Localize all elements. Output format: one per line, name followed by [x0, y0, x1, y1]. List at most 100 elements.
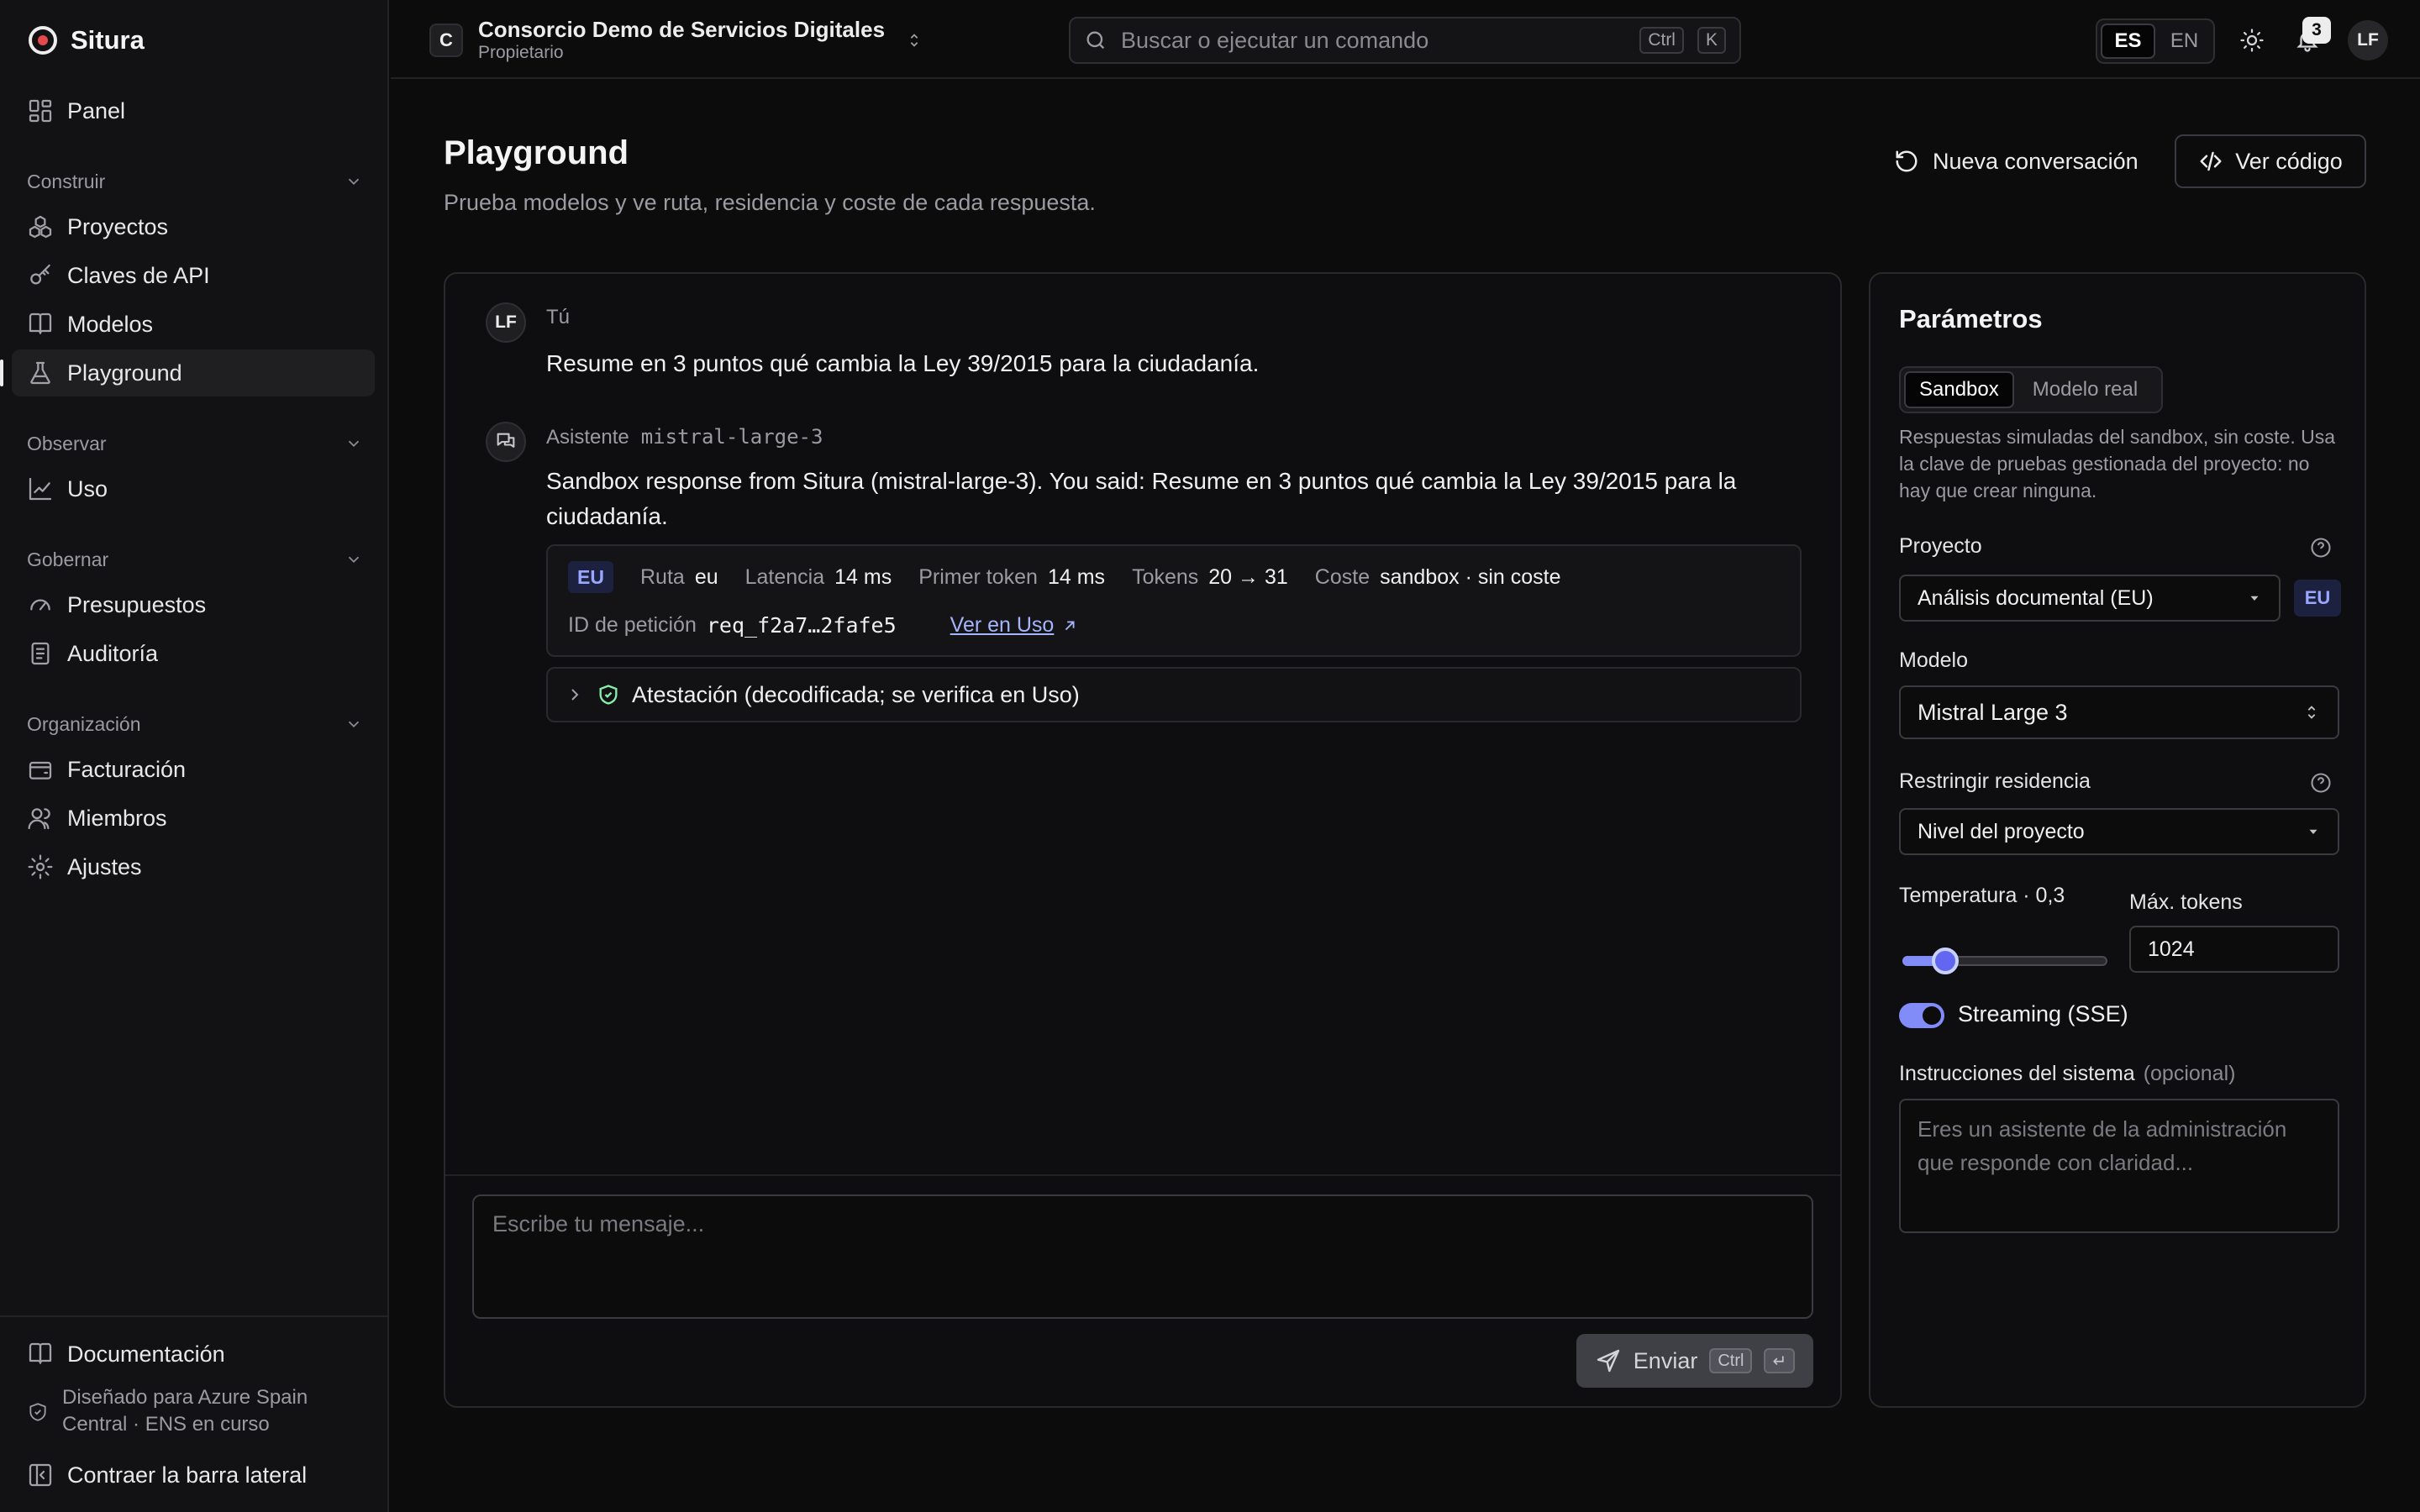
project-region-badge: EU: [2294, 580, 2341, 617]
lang-en[interactable]: EN: [2159, 24, 2210, 59]
sidebar-item-modelos[interactable]: Modelos: [12, 301, 375, 348]
sidebar-item-claves-api[interactable]: Claves de API: [12, 252, 375, 299]
section-label: Observar: [27, 432, 107, 454]
page-subtitle: Prueba modelos y ve ruta, residencia y c…: [444, 190, 1096, 215]
situra-logo-icon: [29, 26, 57, 55]
chat-bubbles-icon: [497, 433, 515, 448]
book-icon: [29, 312, 52, 334]
sidebar-item-auditoria[interactable]: Auditoría: [12, 630, 375, 677]
new-conversation-button[interactable]: Nueva conversación: [1886, 136, 2147, 186]
language-switch: ES EN: [2096, 18, 2215, 64]
view-code-button[interactable]: Ver código: [2175, 134, 2366, 188]
textarea-placeholder: Eres un asistente de la administración q…: [1918, 1116, 2287, 1175]
metadata-row: EU Ruta eu Latencia 14 ms Primer token 14 m…: [568, 561, 1588, 593]
section-label: Gobernar: [27, 548, 109, 570]
project-help[interactable]: [2309, 536, 2333, 559]
notifications-badge: 3: [2302, 17, 2331, 44]
model-select[interactable]: Mistral Large 3: [1899, 685, 2339, 739]
flask-icon: [30, 361, 50, 385]
help-circle-icon: [2311, 773, 2331, 793]
residency-label: Restringir residencia: [1899, 769, 2091, 793]
sidebar-item-ajustes[interactable]: Ajustes: [12, 843, 375, 890]
sidebar-divider: [0, 1315, 389, 1317]
temperature-slider[interactable]: [1899, 946, 2109, 976]
brand[interactable]: Situra: [29, 22, 145, 59]
tokens-label: Tokens: [1132, 564, 1199, 589]
wallet-icon: [29, 761, 52, 780]
parameters-title: Parámetros: [1899, 304, 2043, 333]
command-search[interactable]: Buscar o ejecutar un comando Ctrl K: [1069, 17, 1741, 64]
gear-icon: [28, 854, 53, 879]
sidebar-item-facturacion[interactable]: Facturación: [12, 746, 375, 793]
user-avatar[interactable]: LF: [2348, 20, 2388, 60]
search-icon: [1086, 31, 1105, 50]
code-icon: [2200, 151, 2222, 171]
org-info: Consorcio Demo de Servicios Digitales Pr…: [478, 17, 885, 64]
lang-es[interactable]: ES: [2101, 24, 2155, 59]
response-metadata: EU Ruta eu Latencia 14 ms Primer token 14 m…: [546, 544, 1802, 657]
chevron-down-icon: [348, 440, 360, 448]
author-name: Asistente: [546, 426, 629, 449]
request-id-value: req_f2a7…2fafe5: [706, 613, 897, 638]
sidebar-item-label: Claves de API: [67, 262, 210, 288]
sidebar-item-proyectos[interactable]: Proyectos: [12, 203, 375, 250]
collapse-sidebar-button[interactable]: Contraer la barra lateral: [12, 1452, 375, 1499]
author-name: Tú: [546, 306, 571, 328]
shield-check-icon: [599, 685, 618, 705]
mode-sandbox[interactable]: Sandbox: [1904, 371, 2014, 408]
residency-select[interactable]: Nivel del proyecto: [1899, 808, 2339, 855]
button-label: Ver código: [2235, 148, 2343, 174]
composer-divider: [445, 1174, 1840, 1176]
system-instructions-label: Instrucciones del sistema (opcional): [1899, 1062, 2235, 1086]
org-name: Consorcio Demo de Servicios Digitales: [478, 17, 886, 42]
mode-real-model[interactable]: Modelo real: [2019, 371, 2151, 408]
sidebar-item-label: Ajustes: [67, 853, 142, 879]
select-value: Análisis documental (EU): [1918, 585, 2154, 610]
sidebar-item-presupuestos[interactable]: Presupuestos: [12, 581, 375, 628]
sidebar-item-label: Panel: [67, 97, 126, 123]
view-in-usage-link[interactable]: Ver en Uso: [950, 613, 1080, 638]
assistant-model-tag: mistral-large-3: [640, 425, 823, 449]
section-toggle-gobernar[interactable]: Gobernar: [27, 543, 363, 576]
sidebar-item-playground[interactable]: Playground: [0, 349, 375, 396]
link-label: Ver en Uso: [950, 613, 1055, 637]
system-instructions-input[interactable]: Eres un asistente de la administración q…: [1899, 1099, 2339, 1233]
max-tokens-input[interactable]: 1024: [2129, 926, 2339, 973]
sidebar-item-label: Uso: [67, 475, 108, 501]
route-value: eu: [694, 564, 718, 589]
assistant-message-text: Sandbox response from Situra (mistral-la…: [546, 468, 1737, 529]
org-switcher[interactable]: C Consorcio Demo de Servicios Digitales …: [429, 15, 923, 66]
section-toggle-construir[interactable]: Construir: [27, 165, 363, 198]
sidebar-item-label: Presupuestos: [67, 591, 207, 617]
send-button[interactable]: Enviar Ctrl ↵: [1576, 1334, 1813, 1388]
section-toggle-observar[interactable]: Observar: [27, 427, 363, 460]
optional-hint: (opcional): [2143, 1062, 2236, 1085]
project-select[interactable]: Análisis documental (EU): [1899, 575, 2281, 622]
section-toggle-organizacion[interactable]: Organización: [27, 707, 363, 741]
theme-toggle-button[interactable]: [2235, 24, 2269, 57]
parameters-panel: Parámetros Sandbox Modelo real Respuesta…: [1869, 272, 2366, 1408]
first-token-value: 14 ms: [1047, 564, 1106, 589]
residency-help[interactable]: [2309, 771, 2333, 795]
slider-thumb[interactable]: [1931, 948, 1959, 974]
section-label: Organización: [27, 712, 141, 735]
sidebar-item-miembros[interactable]: Miembros: [12, 795, 375, 842]
message-placeholder: Escribe tu mensaje...: [492, 1211, 705, 1236]
streaming-label: Streaming (SSE): [1958, 1001, 2128, 1026]
message-input[interactable]: Escribe tu mensaje...: [472, 1194, 1813, 1319]
user-message-avatar: LF: [486, 302, 526, 343]
streaming-toggle[interactable]: [1899, 1003, 1944, 1028]
sidebar-item-label: Miembros: [67, 805, 167, 831]
shield-check-icon: [29, 1403, 46, 1421]
sidebar-item-documentacion[interactable]: Documentación: [12, 1331, 375, 1378]
attestation-toggle[interactable]: Atestación (decodificada; se verifica en…: [546, 667, 1802, 722]
sidebar-item-panel[interactable]: Panel: [12, 87, 375, 134]
key-icon: [30, 264, 50, 285]
assistant-message-avatar: [486, 422, 526, 462]
projects-icon: [29, 215, 52, 239]
select-value: Nivel del proyecto: [1918, 819, 2085, 843]
cost-value: sandbox · sin coste: [1380, 564, 1561, 589]
sidebar-item-uso[interactable]: Uso: [12, 465, 375, 512]
request-id-label: ID de petición: [568, 613, 697, 637]
chevron-down-icon: [348, 721, 360, 728]
